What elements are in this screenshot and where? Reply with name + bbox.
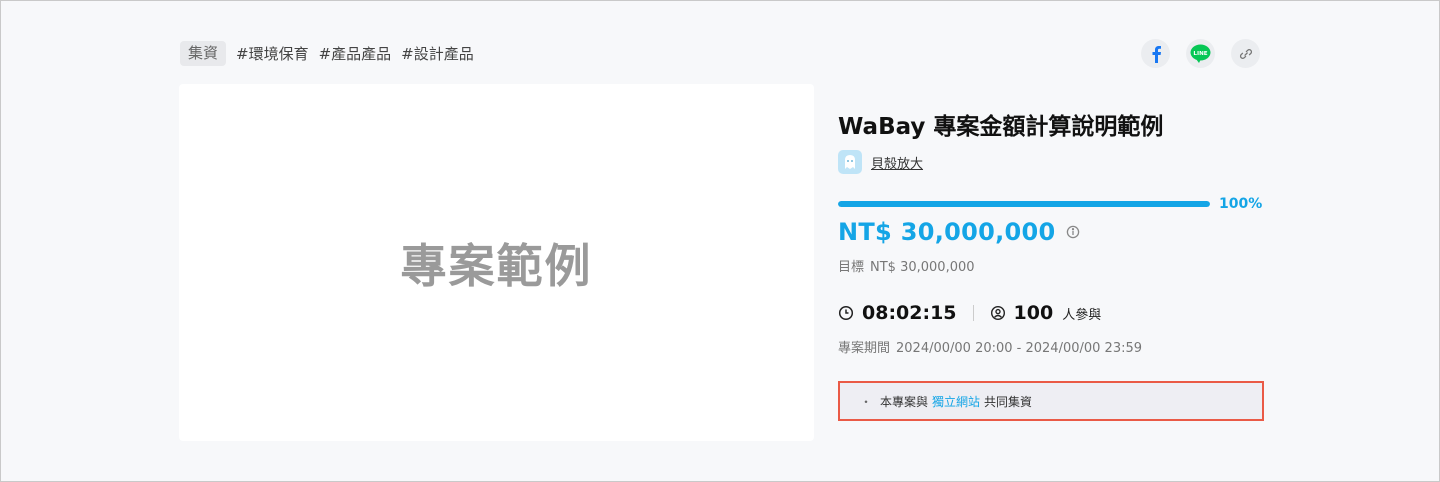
svg-text:LINE: LINE [1193, 50, 1207, 56]
backers-count: 100 [1013, 302, 1054, 324]
co-funding-notice: ・ 本專案與 獨立網站 共同集資 [838, 381, 1264, 421]
stats-row: 08:02:15 100 人參與 [838, 301, 1264, 325]
tag-link[interactable]: #環境保育 [236, 43, 309, 64]
stats-divider [972, 305, 974, 321]
copy-link-button[interactable] [1231, 39, 1260, 68]
shell-mascot-icon [845, 155, 855, 169]
tag-link[interactable]: #設計產品 [401, 43, 474, 64]
progress-percent: 100% [1219, 196, 1263, 212]
project-info-panel: WaBay 專案金額計算說明範例 貝殼放大 100% NT$ 30,000,00… [838, 110, 1264, 421]
raised-amount: NT$ 30,000,000 [838, 218, 1056, 246]
time-left-stat: 08:02:15 [838, 302, 957, 324]
info-icon[interactable] [1066, 225, 1080, 239]
period-label: 專案期間 [838, 341, 891, 356]
tag-link[interactable]: #產品產品 [319, 43, 392, 64]
tag-bar: 集資 #環境保育 #產品產品 #設計產品 [180, 41, 474, 66]
progress-track [838, 201, 1210, 207]
link-icon [1239, 48, 1252, 59]
project-title: WaBay 專案金額計算說明範例 [838, 114, 1164, 140]
backers-stat: 100 人參與 [990, 302, 1102, 324]
raised-amount-row: NT$ 30,000,000 [838, 218, 1264, 246]
goal-row: 目標 NT$ 30,000,000 [838, 256, 1264, 275]
facebook-share-button[interactable] [1141, 39, 1170, 68]
share-buttons: LINE [1141, 39, 1260, 68]
creator-avatar[interactable] [838, 150, 862, 174]
funding-progress: 100% [838, 196, 1264, 212]
independent-site-link[interactable]: 獨立網站 [932, 393, 980, 410]
creator-name-link[interactable]: 貝殼放大 [871, 153, 923, 172]
progress-fill [838, 201, 1210, 207]
creator-row: 貝殼放大 [838, 150, 1264, 174]
project-period: 專案期間 2024/00/00 20:00 - 2024/00/00 23:59 [838, 337, 1264, 356]
project-cover-image: 專案範例 [179, 84, 814, 441]
notice-text-after: 共同集資 [984, 394, 1033, 409]
time-left-value: 08:02:15 [862, 302, 957, 324]
line-icon: LINE [1190, 44, 1211, 63]
clock-icon [838, 305, 854, 321]
goal-label: 目標 [838, 260, 865, 275]
line-share-button[interactable]: LINE [1186, 39, 1215, 68]
goal-value: NT$ 30,000,000 [870, 260, 975, 275]
user-icon [990, 305, 1005, 321]
notice-text-before: 本專案與 [880, 394, 929, 409]
cover-placeholder-text: 專案範例 [400, 238, 593, 293]
period-value: 2024/00/00 20:00 - 2024/00/00 23:59 [896, 341, 1143, 356]
backers-unit: 人參與 [1062, 307, 1102, 323]
facebook-icon [1152, 45, 1161, 63]
category-badge[interactable]: 集資 [180, 41, 227, 66]
notice-bullet: ・ [860, 394, 873, 409]
